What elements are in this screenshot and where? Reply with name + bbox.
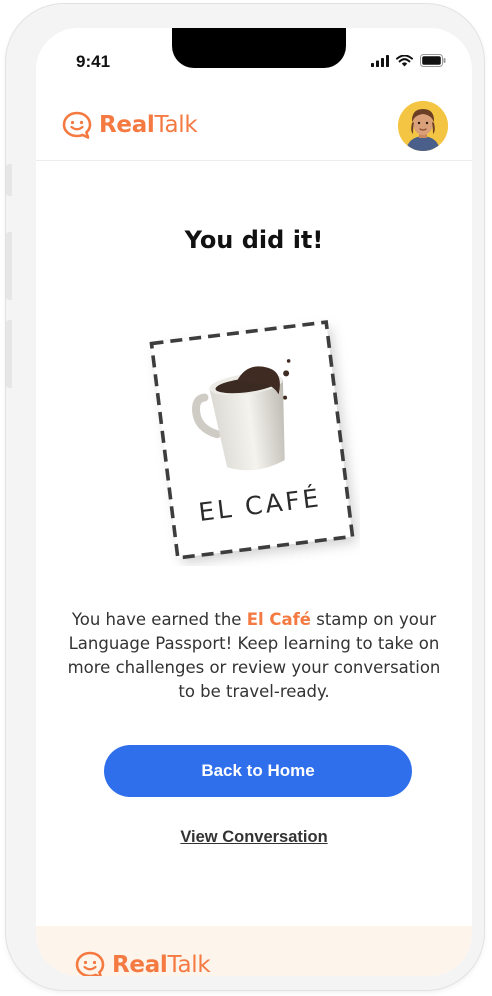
brand-name-part1: Real: [99, 112, 155, 138]
battery-icon: [420, 54, 446, 67]
status-icons: [371, 54, 446, 67]
back-to-home-button[interactable]: Back to Home: [104, 745, 412, 797]
footer-brand-name: RealTalk: [112, 952, 211, 976]
footer-brand-part2: Talk: [167, 952, 211, 976]
signal-icon: [371, 54, 389, 67]
brand-name: RealTalk: [99, 112, 198, 138]
notch: [172, 28, 346, 68]
brand-logo[interactable]: RealTalk: [61, 110, 198, 140]
stamp-name-highlight: El Café: [246, 610, 311, 629]
app-header: RealTalk: [36, 98, 472, 161]
message-text: You have earned the: [71, 610, 247, 629]
footer-brand-logo[interactable]: RealTalk: [74, 950, 211, 976]
passport-stamp: EL CAFÉ: [144, 314, 360, 566]
app-footer: RealTalk: [36, 926, 472, 976]
side-button: [6, 164, 12, 196]
app-screen: 9:41 RealTalk You did it! EL CAFÉ You ha…: [36, 28, 472, 976]
stamp-card: EL CAFÉ: [149, 320, 355, 560]
smile-chat-icon: [62, 111, 92, 139]
side-button: [6, 232, 12, 300]
user-avatar[interactable]: [398, 101, 448, 151]
page-title: You did it!: [184, 226, 324, 254]
footer-brand-part1: Real: [112, 952, 168, 976]
success-message: You have earned the El Café stamp on you…: [64, 608, 444, 704]
side-button: [6, 320, 12, 388]
view-conversation-link[interactable]: View Conversation: [36, 828, 472, 847]
smile-chat-icon: [75, 951, 105, 976]
phone-frame: 9:41 RealTalk You did it! EL CAFÉ You ha…: [6, 4, 484, 990]
brand-name-part2: Talk: [154, 112, 198, 138]
status-time: 9:41: [76, 52, 111, 71]
wifi-icon: [396, 54, 413, 66]
avatar-illustration: [398, 101, 448, 151]
